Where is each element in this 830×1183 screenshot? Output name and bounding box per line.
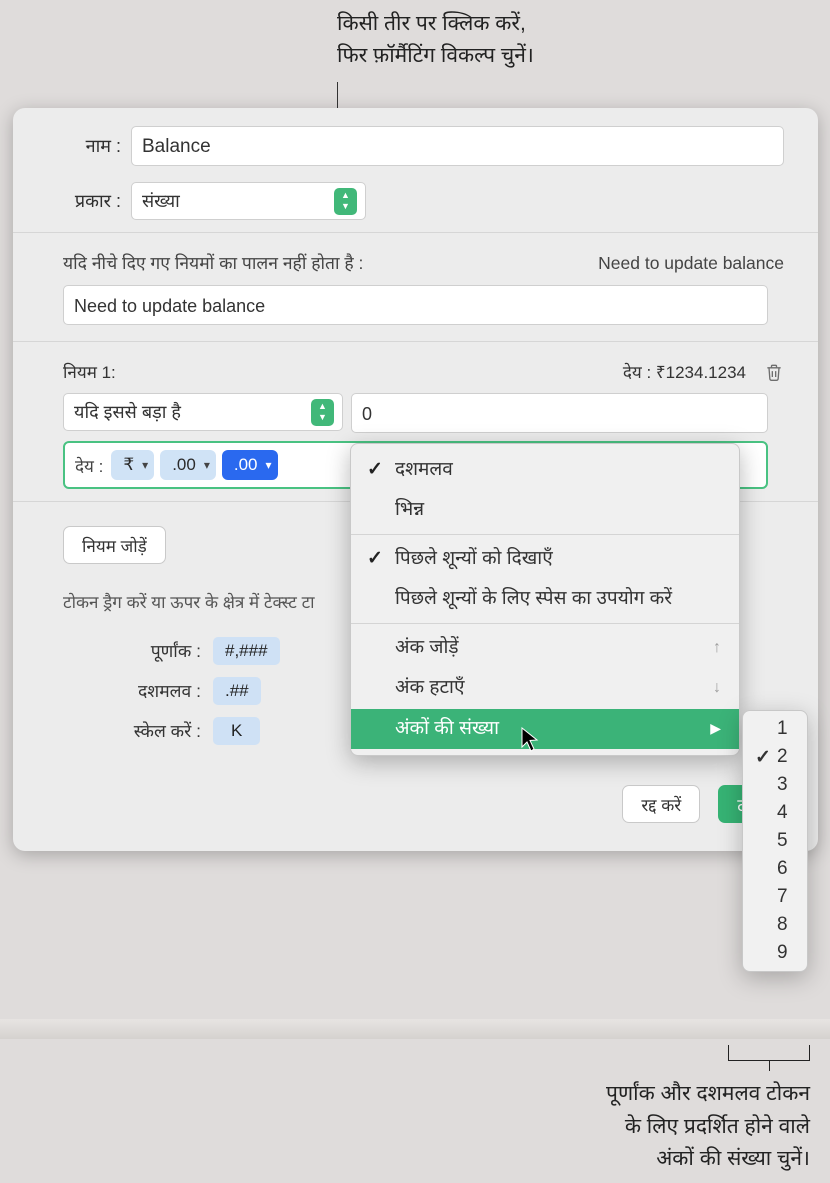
kind-select[interactable]: संख्या ▲▼	[131, 182, 366, 220]
menu-item-decimal[interactable]: दशमलव	[351, 450, 739, 490]
chevron-down-icon: ▾	[142, 458, 148, 472]
menu-item-label: अंक हटाएँ	[395, 670, 464, 706]
rule1-body: यदि इससे बड़ा है ▲▼ 0	[13, 393, 818, 433]
rule1-header: नियम 1: देय : ₹1234.1234	[13, 342, 818, 393]
dec-token-label: दशमलव :	[63, 679, 213, 703]
digit-count-option[interactable]: 9	[743, 939, 807, 967]
menu-item-remove-digit[interactable]: अंक हटाएँ ↓	[351, 668, 739, 708]
rule1-label: नियम 1:	[63, 360, 116, 383]
digit-count-option[interactable]: 5	[743, 827, 807, 855]
delete-rule-icon[interactable]	[764, 361, 784, 383]
menu-item-label: अंकों की संख्या	[395, 711, 499, 747]
chevron-down-icon: ▾	[204, 458, 210, 472]
add-rule-button[interactable]: नियम जोड़ें	[63, 526, 166, 564]
menu-item-label: भिन्न	[395, 492, 424, 528]
decimal-token-1-text: .00	[172, 455, 196, 475]
name-label: नाम :	[47, 134, 121, 158]
kind-row: प्रकार : संख्या ▲▼	[13, 174, 818, 228]
chevron-right-icon: ▶	[710, 715, 721, 742]
menu-item-add-digit[interactable]: अंक जोड़ें ↑	[351, 628, 739, 668]
chevron-down-icon: ▾	[266, 458, 272, 472]
cancel-button[interactable]: रद्द करें	[622, 785, 700, 823]
rule1-value-input[interactable]: 0	[351, 393, 768, 433]
annotation-bottom-line2: के लिए प्रदर्शित होने वाले	[606, 1111, 810, 1144]
digit-count-option[interactable]: 6	[743, 855, 807, 883]
condition-stepper-icon: ▲▼	[311, 399, 334, 426]
name-row: नाम : Balance	[13, 118, 818, 174]
int-token[interactable]: #,###	[213, 637, 280, 665]
decimal-token-1[interactable]: .00 ▾	[160, 450, 216, 480]
name-input[interactable]: Balance	[131, 126, 784, 166]
annotation-top-line1: किसी तीर पर क्लिक करें,	[337, 8, 534, 40]
annotation-bottom: पूर्णांक और दशमलव टोकन के लिए प्रदर्शित …	[606, 1078, 810, 1176]
menu-item-show-trailing-zeros[interactable]: पिछले शून्यों को दिखाएँ	[351, 539, 739, 579]
dec-token[interactable]: .##	[213, 677, 261, 705]
arrow-up-icon: ↑	[713, 633, 721, 663]
menu-separator	[351, 623, 739, 624]
rule1-condition-select[interactable]: यदि इससे बड़ा है ▲▼	[63, 393, 343, 431]
currency-token[interactable]: ₹ ▾	[111, 450, 154, 480]
digit-count-submenu: 123456789	[742, 710, 808, 972]
menu-item-fraction[interactable]: भिन्न	[351, 490, 739, 530]
menu-item-digit-count[interactable]: अंकों की संख्या ▶	[351, 709, 739, 749]
rule1-condition-value: यदि इससे बड़ा है	[74, 394, 181, 430]
rules-fail-label: यदि नीचे दिए गए नियमों का पालन नहीं होता…	[63, 251, 363, 275]
digit-count-option[interactable]: 4	[743, 799, 807, 827]
currency-token-text: ₹	[123, 455, 134, 475]
digit-count-option[interactable]: 2	[743, 743, 807, 771]
window-bottom-shadow	[0, 1019, 830, 1039]
kind-select-stepper-icon: ▲▼	[334, 188, 357, 215]
rules-fail-preview: Need to update balance	[598, 253, 784, 274]
rule1-preview: देय : ₹1234.1234	[623, 360, 746, 383]
menu-item-label: दशमलव	[395, 452, 453, 488]
annotation-top-line2: फिर फ़ॉर्मैटिंग विकल्प चुनें।	[337, 40, 534, 72]
cursor-icon	[521, 727, 541, 753]
kind-select-value: संख्या	[142, 183, 180, 219]
menu-item-label: पिछले शून्यों को दिखाएँ	[395, 541, 553, 577]
decimal-token-2-text: .00	[234, 455, 258, 475]
annotation-top: किसी तीर पर क्लिक करें, फिर फ़ॉर्मैटिंग …	[337, 8, 534, 71]
scale-token[interactable]: K	[213, 717, 260, 745]
rules-fail-row: यदि नीचे दिए गए नियमों का पालन नहीं होता…	[13, 233, 818, 281]
annotation-bracket	[728, 1045, 810, 1061]
menu-separator	[351, 534, 739, 535]
digit-count-option[interactable]: 8	[743, 911, 807, 939]
menu-item-label: पिछले शून्यों के लिए स्पेस का उपयोग करें	[395, 581, 672, 617]
kind-label: प्रकार :	[47, 189, 121, 213]
footer-buttons: रद्द करें ठीव	[13, 773, 818, 851]
rules-fail-input[interactable]: Need to update balance	[63, 285, 768, 325]
digit-count-option[interactable]: 7	[743, 883, 807, 911]
scale-token-label: स्केल करें :	[63, 719, 213, 743]
digit-count-option[interactable]: 1	[743, 715, 807, 743]
token-options-menu: दशमलव भिन्न पिछले शून्यों को दिखाएँ पिछल…	[350, 443, 740, 756]
menu-item-label: अंक जोड़ें	[395, 630, 459, 666]
menu-item-space-for-zeros[interactable]: पिछले शून्यों के लिए स्पेस का उपयोग करें	[351, 579, 739, 619]
arrow-down-icon: ↓	[713, 673, 721, 703]
int-token-label: पूर्णांक :	[63, 639, 213, 663]
annotation-bottom-line1: पूर्णांक और दशमलव टोकन	[606, 1078, 810, 1111]
rules-fail-field-wrap: Need to update balance	[63, 285, 768, 325]
annotation-bottom-line3: अंकों की संख्या चुनें।	[606, 1143, 810, 1176]
digit-count-option[interactable]: 3	[743, 771, 807, 799]
token-row-label: देय :	[73, 454, 105, 477]
decimal-token-2[interactable]: .00 ▾	[222, 450, 278, 480]
